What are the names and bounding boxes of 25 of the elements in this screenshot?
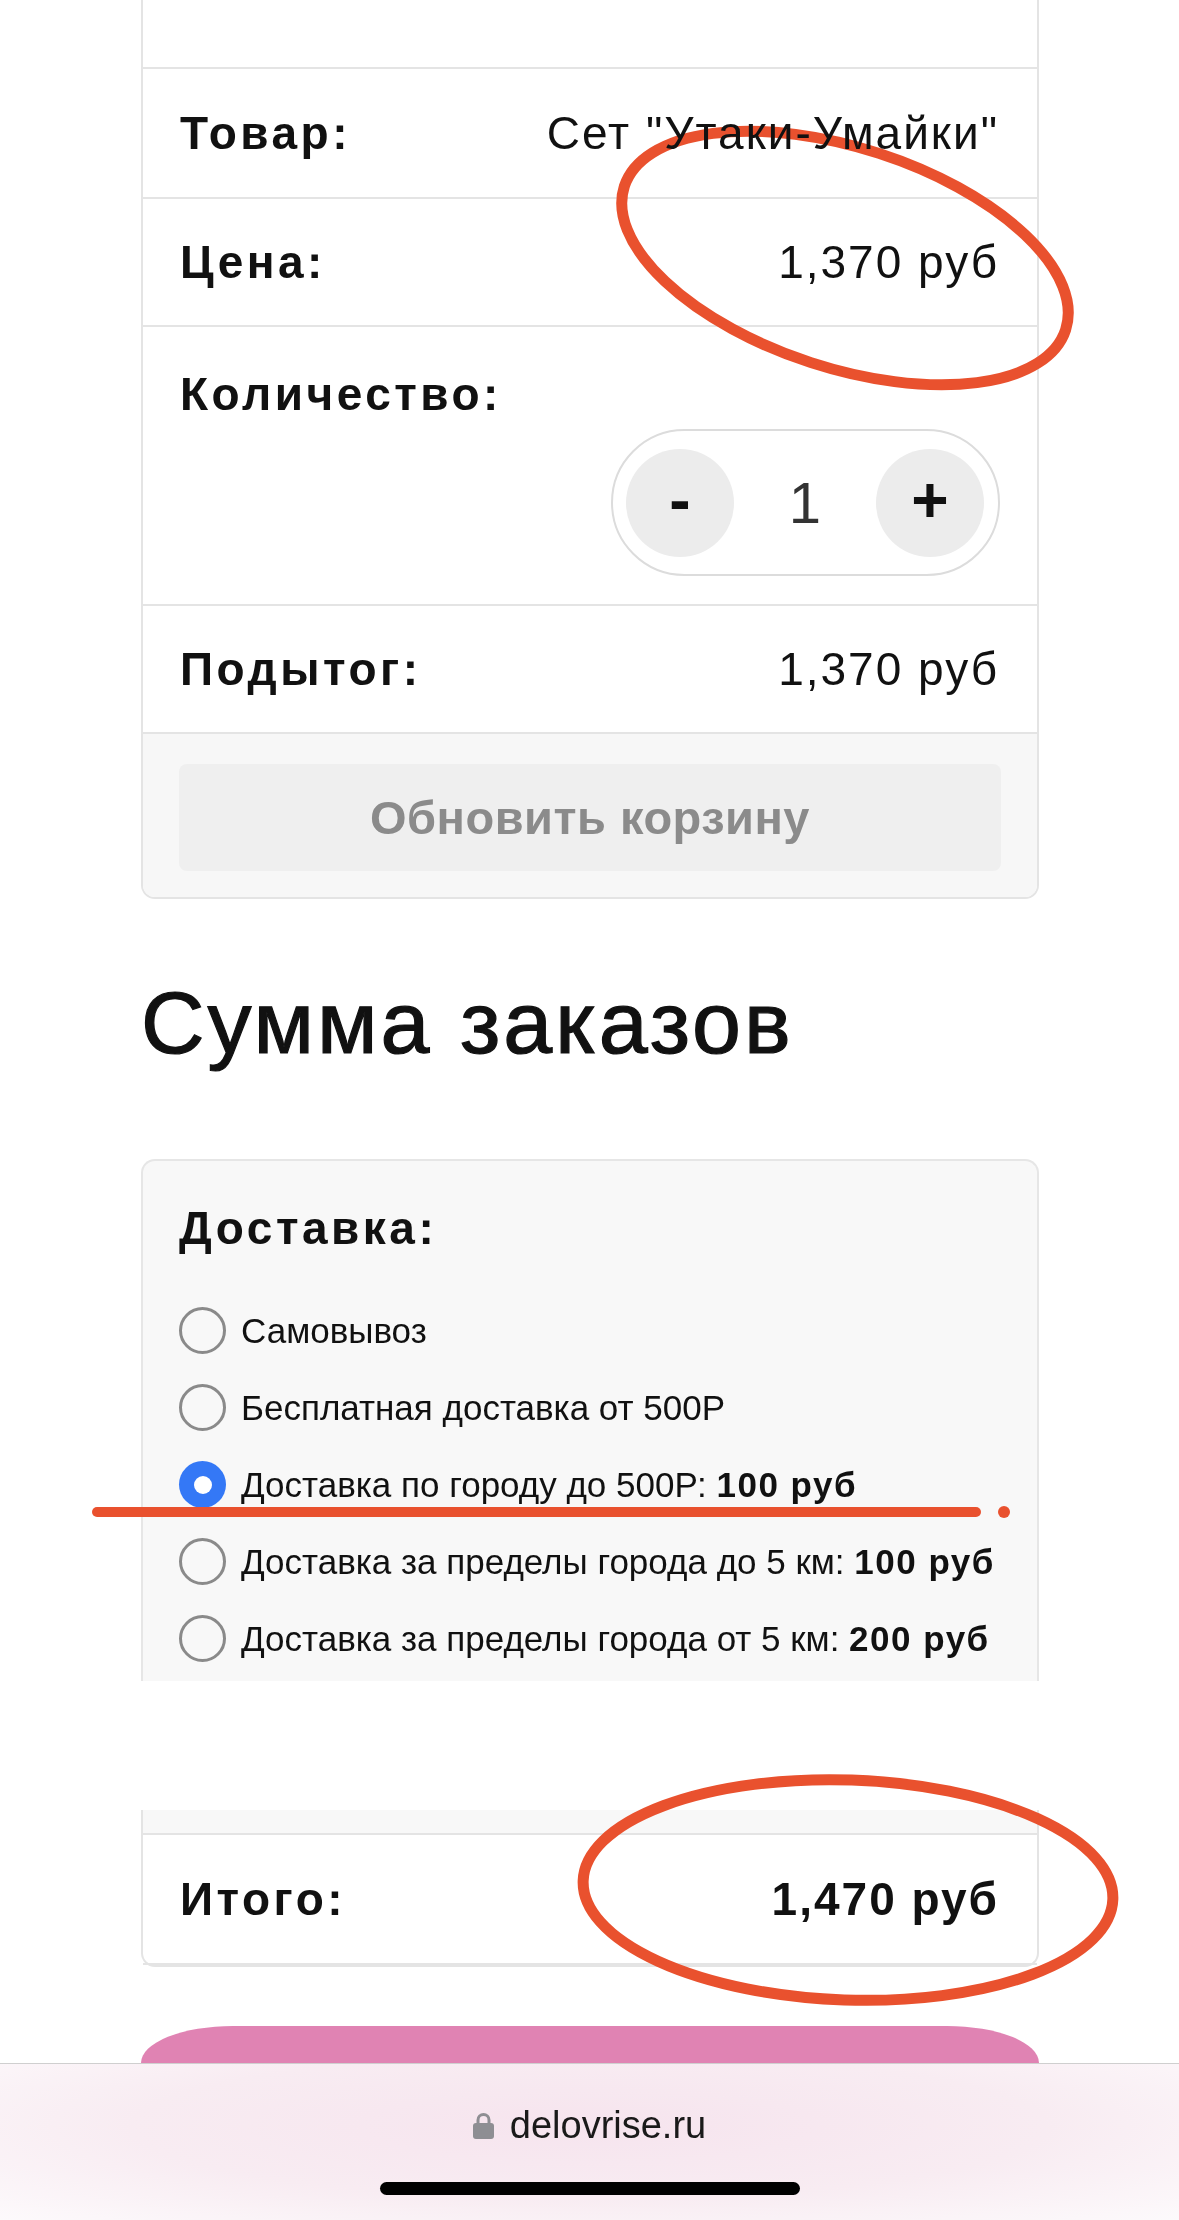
cart-row-value: 1,370 руб [778,236,999,288]
cart-row-label: Подытог: [180,643,422,695]
radio-button[interactable] [179,1615,226,1662]
shipping-option-label[interactable]: Доставка за пределы города от 5 км: 200 руб [241,1617,990,1660]
radio-button[interactable] [179,1384,226,1431]
shipping-option-label[interactable]: Доставка по городу до 500Р: 100 руб [241,1463,858,1506]
total-label: Итого: [180,1873,347,1925]
shipping-option-label[interactable]: Бесплатная доставка от 500Р [241,1386,726,1429]
dot-icon [998,1506,1010,1518]
increase-button[interactable]: + [876,448,984,557]
radio-button[interactable] [179,1461,226,1508]
cart-row-label: Товар: [180,107,351,159]
shipping-option-label[interactable]: Доставка за пределы города до 5 км: 100 руб [241,1540,995,1583]
url-text[interactable]: delovrise.ru [509,2105,707,2145]
cart-row-label: Цена: [180,236,326,288]
radio-button[interactable] [179,1538,226,1585]
shipping-label: Доставка: [179,1202,439,1254]
cart-row-value: 1,370 руб [778,643,999,695]
total-value: 1,470 руб [771,1873,999,1925]
cart-row-label: Количество: [180,368,502,420]
radio-button[interactable] [179,1307,226,1354]
decrease-button[interactable]: - [626,448,734,557]
quantity-field[interactable]: 1 [785,473,825,532]
lock-icon [472,2111,494,2139]
shipping-option-label[interactable]: Самовывоз [241,1309,427,1352]
